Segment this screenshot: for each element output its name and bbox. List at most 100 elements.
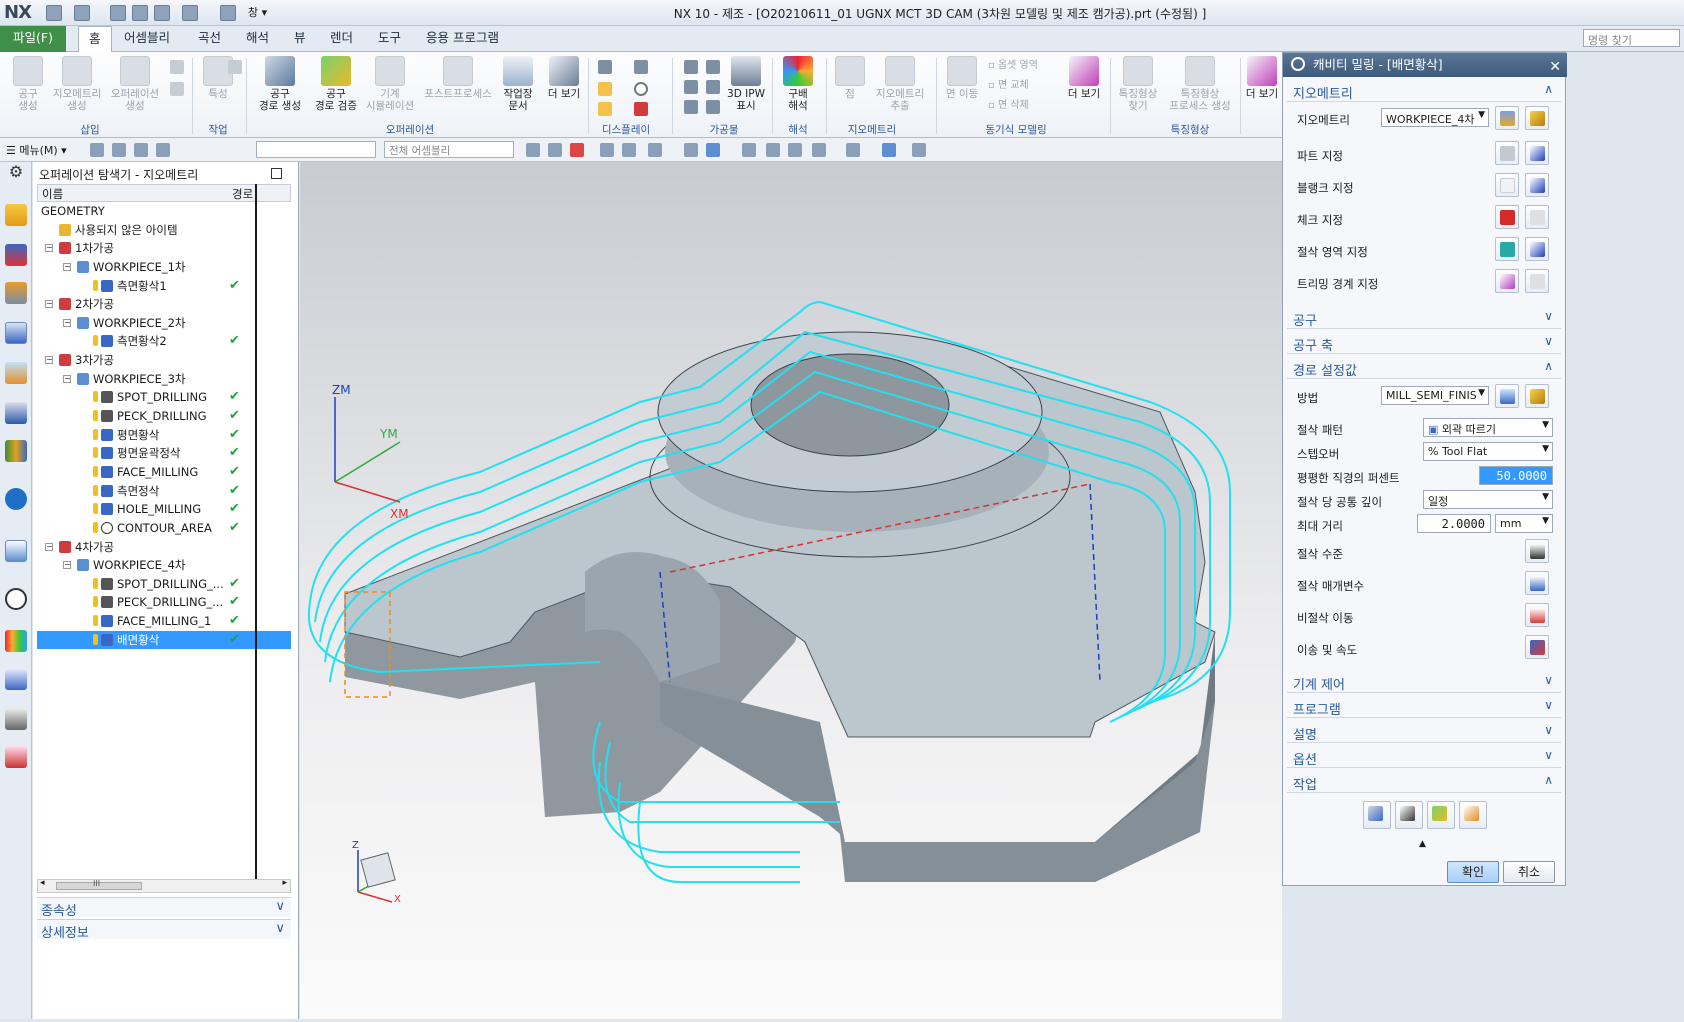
collapse-toggle-icon[interactable]: − (45, 300, 53, 309)
tree-row[interactable]: 평면황삭 ✔ (37, 426, 291, 445)
tree-row[interactable]: 평면윤곽정삭 ✔ (37, 444, 291, 463)
machine-library-icon[interactable] (5, 402, 27, 424)
dependencies-section[interactable]: 종속성 (37, 897, 291, 919)
copy-icon[interactable] (132, 5, 148, 21)
more-features-button[interactable]: 더 보기 (1244, 56, 1280, 100)
tree-row[interactable]: FACE_MILLING_1 ✔ (37, 612, 291, 631)
snap-icon[interactable] (526, 143, 540, 157)
ipw-icon[interactable] (684, 100, 698, 114)
type-filter-select[interactable] (256, 141, 376, 158)
geometry-section-header[interactable]: 지오메트리 (1287, 80, 1561, 102)
collapse-toggle-icon[interactable]: − (45, 542, 53, 551)
program-section-header[interactable]: 프로그램 (1287, 696, 1561, 718)
display-icon[interactable] (634, 60, 648, 74)
tree-row[interactable]: 사용되지 않은 아이템 (37, 221, 291, 240)
specify-part-button[interactable] (1495, 141, 1519, 165)
actions-small-icon[interactable] (228, 60, 242, 74)
view-icon[interactable] (706, 143, 720, 157)
cut-levels-button[interactable] (1525, 539, 1549, 563)
tree-row[interactable]: SPOT_DRILLING_... ✔ (37, 575, 291, 594)
graphics-viewport[interactable]: ZM YM XM Z X (300, 162, 1282, 1019)
extract-geometry-button[interactable]: 지오메트리 추출 (870, 56, 930, 112)
display-trim-button[interactable] (1525, 269, 1549, 293)
display-check-button[interactable] (1525, 205, 1549, 229)
display-icon[interactable] (634, 102, 648, 116)
close-icon[interactable]: ✕ (1549, 55, 1561, 79)
select-filter-icon[interactable] (112, 143, 126, 157)
machine-simulation-button[interactable]: 기계 시뮬레이션 (362, 56, 418, 112)
tab-view[interactable]: 뷰 (284, 26, 316, 52)
rotate-icon[interactable] (788, 143, 802, 157)
snap-icon[interactable] (548, 143, 562, 157)
snap-icon[interactable] (622, 143, 636, 157)
display-icon[interactable] (634, 82, 648, 96)
method-select[interactable]: MILL_SEMI_FINIS ▼ (1381, 386, 1489, 405)
process-studio-icon[interactable] (5, 668, 27, 690)
render-style-icon[interactable] (882, 143, 896, 157)
tree-row[interactable]: HOLE_MILLING ✔ (37, 500, 291, 519)
method-view-icon[interactable] (5, 282, 27, 304)
ipw-icon[interactable] (706, 100, 720, 114)
tab-home[interactable]: 홈 (78, 26, 112, 53)
collapse-up-icon[interactable]: ▲ (1419, 839, 1426, 849)
collapse-toggle-icon[interactable]: − (63, 561, 71, 570)
display-part-button[interactable] (1525, 141, 1549, 165)
max-distance-unit-select[interactable]: mm ▼ (1495, 514, 1553, 533)
display-icon[interactable] (598, 102, 612, 116)
display-icon[interactable] (598, 60, 612, 74)
gear-icon[interactable]: ⚙ (5, 162, 27, 184)
collapse-toggle-icon[interactable]: − (45, 356, 53, 365)
show-3d-ipw-button[interactable]: 3D IPW 표시 (724, 56, 768, 112)
more-sync-button[interactable]: 더 보기 (1064, 56, 1104, 100)
draft-analysis-button[interactable]: 구배 해석 (776, 56, 820, 112)
snap-icon[interactable] (570, 143, 584, 157)
actions-section-header[interactable]: 작업 (1287, 771, 1561, 793)
info-icon[interactable] (5, 488, 27, 510)
column-name-header[interactable]: 이름 (42, 186, 63, 202)
insert-small-icon[interactable] (170, 82, 184, 96)
scrollbar-thumb[interactable]: III (56, 879, 142, 890)
tab-assembly[interactable]: 어셈블리 (114, 26, 180, 52)
save-icon[interactable] (46, 5, 62, 21)
tree-row[interactable]: SPOT_DRILLING ✔ (37, 388, 291, 407)
flat-diameter-percent-input[interactable]: 50.0000 (1479, 466, 1553, 485)
postprocess-button[interactable]: 포스트프로세스 (420, 56, 496, 100)
edit-method-button[interactable] (1525, 384, 1549, 408)
tree-row[interactable]: 배면황삭 ✔ (37, 630, 291, 650)
options-section-header[interactable]: 옵션 (1287, 746, 1561, 768)
list-button[interactable] (1459, 801, 1487, 829)
create-geometry-button[interactable]: 지오메트리 생성 (50, 56, 104, 112)
collapse-toggle-icon[interactable]: − (63, 262, 71, 271)
tree-row[interactable]: − 3차가공 (37, 351, 291, 370)
tree-row[interactable]: 측면정삭 ✔ (37, 482, 291, 501)
ok-button[interactable]: 확인 (1447, 861, 1499, 883)
render-style-icon[interactable] (846, 143, 860, 157)
tree-row[interactable]: − 2차가공 (37, 295, 291, 314)
horizontal-scrollbar[interactable]: ◂ III ▸ (37, 878, 291, 893)
palette-icon[interactable] (5, 630, 27, 652)
stepover-select[interactable]: % Tool Flat ▼ (1423, 442, 1553, 461)
collapse-toggle-icon[interactable]: − (45, 244, 53, 253)
paste-icon[interactable] (154, 5, 170, 21)
tree-row[interactable]: 측면황삭1 ✔ (37, 277, 291, 296)
machine-control-section-header[interactable]: 기계 제어 (1287, 671, 1561, 693)
insert-small-icon[interactable] (170, 60, 184, 74)
snap-icon[interactable] (600, 143, 614, 157)
ipw-icon[interactable] (684, 60, 698, 74)
view-icon[interactable] (684, 143, 698, 157)
feature-process-button[interactable]: 특징형상 프로세스 생성 (1164, 56, 1236, 112)
touch-mode-icon[interactable] (220, 5, 236, 21)
orient-icon[interactable] (812, 143, 826, 157)
window-menu[interactable]: 창 ▾ (248, 4, 267, 20)
point-button[interactable]: 점 (830, 56, 870, 100)
roles-icon[interactable] (5, 746, 27, 768)
generate-toolpath-button[interactable]: 공구 경로 생성 (252, 56, 308, 112)
max-distance-input[interactable]: 2.0000 (1417, 514, 1491, 533)
find-features-button[interactable]: 특징형상 찾기 (1114, 56, 1162, 112)
specify-trim-button[interactable] (1495, 269, 1519, 293)
display-cut-area-button[interactable] (1525, 237, 1549, 261)
machine-tool-navigator-icon[interactable] (5, 204, 27, 226)
verify-button[interactable] (1427, 801, 1455, 829)
select-filter-icon[interactable] (134, 143, 148, 157)
edit-section-icon[interactable] (912, 143, 926, 157)
